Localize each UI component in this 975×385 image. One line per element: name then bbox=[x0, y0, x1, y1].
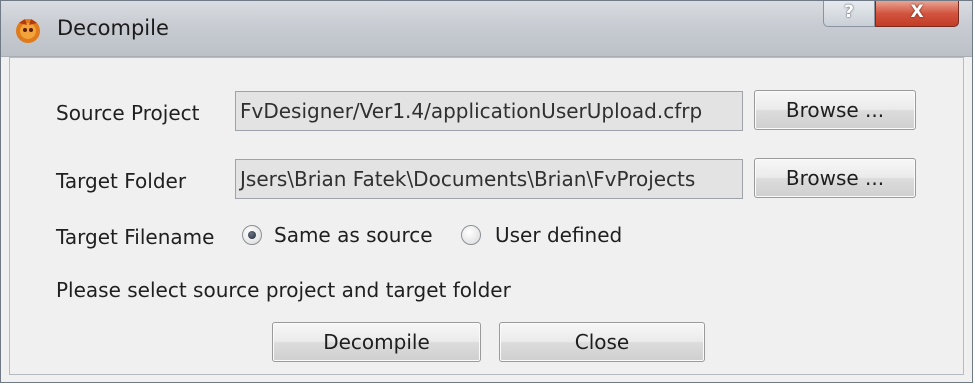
radio-selected-dot bbox=[248, 231, 256, 239]
target-folder-field[interactable]: Jsers\Brian Fatek\Documents\Brian\FvProj… bbox=[235, 159, 743, 199]
same-as-source-radio[interactable] bbox=[242, 225, 262, 245]
app-icon bbox=[16, 19, 40, 43]
status-message: Please select source project and target … bbox=[56, 278, 511, 302]
same-as-source-label[interactable]: Same as source bbox=[274, 223, 433, 247]
source-project-label: Source Project bbox=[56, 101, 200, 125]
source-project-field[interactable]: FvDesigner/Ver1.4/applicationUserUpload.… bbox=[235, 91, 743, 131]
target-browse-button[interactable]: Browse ... bbox=[754, 158, 916, 198]
title-bar[interactable]: Decompile ? X bbox=[1, 1, 972, 57]
target-filename-label: Target Filename bbox=[56, 225, 215, 249]
window-title: Decompile bbox=[57, 16, 169, 40]
close-button[interactable]: Close bbox=[499, 322, 705, 362]
target-folder-label: Target Folder bbox=[56, 169, 187, 193]
decompile-button[interactable]: Decompile bbox=[272, 322, 481, 362]
user-defined-label[interactable]: User defined bbox=[495, 223, 622, 247]
user-defined-radio[interactable] bbox=[461, 225, 481, 245]
help-icon[interactable]: ? bbox=[823, 1, 875, 27]
decompile-dialog: Decompile ? X Source Project FvDesigner/… bbox=[0, 0, 973, 383]
source-browse-button[interactable]: Browse ... bbox=[754, 90, 916, 130]
dialog-body: Source Project FvDesigner/Ver1.4/applica… bbox=[9, 57, 964, 375]
close-icon[interactable]: X bbox=[875, 1, 959, 27]
